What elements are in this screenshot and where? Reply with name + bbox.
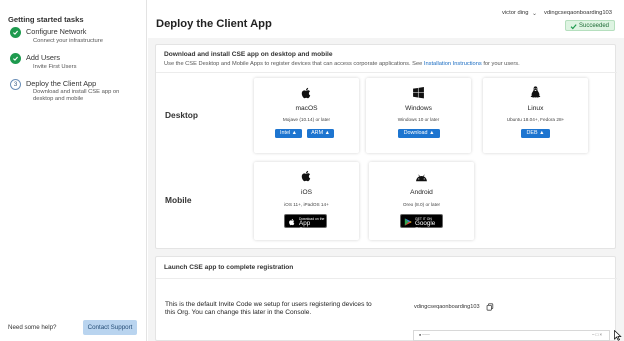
download-arm-button[interactable]: ARM ▲ bbox=[307, 129, 334, 138]
platform-name: iOS bbox=[301, 189, 312, 196]
step-description: Download and install CSE app on bbox=[33, 89, 120, 95]
step-title: Configure Network bbox=[26, 27, 87, 36]
download-icon: ▲ bbox=[429, 130, 435, 136]
step-description: desktop and mobile bbox=[33, 96, 84, 102]
platform-tile-windows: Windows Windows 10 or later Download ▲ bbox=[366, 78, 471, 153]
chevron-down-icon[interactable]: ⌄ bbox=[532, 10, 537, 17]
download-icon: ▲ bbox=[291, 130, 298, 136]
contact-support-button[interactable]: Contact Support bbox=[83, 320, 137, 335]
platform-tile-linux: Linux Ubuntu 18.04+, Fedora 28+ DEB ▲ bbox=[483, 78, 588, 153]
platform-tile-android: Android Oreo (8.0) or later GET IT ON Go… bbox=[369, 162, 474, 240]
platform-name: Android bbox=[410, 189, 433, 196]
window-strip-title: ■ ─── bbox=[419, 333, 430, 337]
background-window-strip[interactable]: ■ ─── – □ × bbox=[413, 330, 610, 341]
tenant-name[interactable]: vdingcseqaonboarding103 bbox=[544, 10, 612, 16]
windows-icon bbox=[413, 87, 424, 99]
android-icon bbox=[416, 174, 427, 182]
copy-icon[interactable] bbox=[486, 303, 494, 311]
platform-requirement: Mojave (10.14) or later bbox=[282, 117, 331, 122]
app-store-badge[interactable]: Download on the App Store bbox=[284, 214, 327, 234]
mobile-row-label: Mobile bbox=[165, 195, 192, 205]
store-badge-name: App Store bbox=[299, 220, 315, 234]
subtitle-text: Use the CSE Desktop and Mobile Apps to r… bbox=[164, 61, 424, 67]
platform-requirement: iOS 11+, iPadOS 14+ bbox=[284, 202, 329, 207]
sidebar-title: Getting started tasks bbox=[8, 15, 84, 24]
platform-name: Windows bbox=[405, 105, 432, 112]
step-description: Connect your infrastructure bbox=[33, 38, 103, 44]
status-badge-label: Succeeded bbox=[579, 22, 610, 29]
linux-icon bbox=[530, 86, 541, 98]
getting-started-sidebar: Getting started tasks Configure Network … bbox=[0, 0, 147, 341]
subtitle-text: for your users. bbox=[481, 61, 520, 67]
status-badge: Succeeded bbox=[565, 20, 615, 31]
download-card-subtitle: Use the CSE Desktop and Mobile Apps to r… bbox=[164, 61, 520, 67]
divider bbox=[156, 72, 617, 73]
apple-icon bbox=[289, 218, 295, 226]
main-content: Deploy the Client App victor ding ⌄ vdin… bbox=[148, 0, 624, 341]
download-card: Download and install CSE app on desktop … bbox=[155, 44, 617, 249]
mouse-cursor-icon bbox=[614, 330, 622, 341]
download-windows-button[interactable]: Download ▲ bbox=[398, 129, 440, 138]
step-title: Deploy the Client App bbox=[26, 79, 97, 88]
platform-requirement: Windows 10 or later bbox=[397, 117, 440, 122]
desktop-row-label: Desktop bbox=[165, 110, 199, 120]
page-title: Deploy the Client App bbox=[156, 18, 272, 30]
button-label: Download bbox=[403, 130, 428, 136]
launch-card: Launch CSE app to complete registration … bbox=[155, 256, 617, 341]
page-header: Deploy the Client App victor ding ⌄ vdin… bbox=[148, 0, 624, 38]
installation-instructions-link[interactable]: Installation Instructions bbox=[424, 61, 482, 67]
store-badge-name: Google Play bbox=[415, 220, 436, 234]
window-controls-icon[interactable]: – □ × bbox=[592, 332, 602, 337]
button-label: DEB bbox=[526, 130, 538, 136]
step-description: Invite First Users bbox=[33, 64, 77, 70]
check-circle-icon bbox=[10, 27, 21, 38]
launch-card-title: Launch CSE app to complete registration bbox=[164, 264, 294, 271]
download-icon: ▲ bbox=[539, 130, 545, 136]
invite-code-description: This is the default Invite Code we setup… bbox=[165, 301, 372, 316]
invite-code: vdingcseqaonboarding103 bbox=[414, 304, 480, 310]
platform-name: macOS bbox=[295, 105, 318, 112]
download-deb-button[interactable]: DEB ▲ bbox=[521, 129, 550, 138]
download-icon: ▲ bbox=[324, 130, 330, 136]
platform-tile-macos: macOS Mojave (10.14) or later Intel ▲ AR… bbox=[254, 78, 359, 153]
apple-icon bbox=[301, 170, 311, 182]
platform-tile-ios: iOS iOS 11+, iPadOS 14+ Download on the … bbox=[254, 162, 359, 240]
platform-requirement: Oreo (8.0) or later bbox=[402, 202, 441, 207]
platform-name: Linux bbox=[527, 105, 544, 112]
user-menu[interactable]: victor ding bbox=[502, 10, 528, 16]
check-icon bbox=[570, 23, 577, 29]
download-intel-button[interactable]: Intel ▲ bbox=[275, 129, 302, 138]
google-play-icon bbox=[404, 218, 412, 226]
divider bbox=[156, 278, 617, 279]
button-label: Intel bbox=[279, 130, 291, 136]
platform-requirement: Ubuntu 18.04+, Fedora 28+ bbox=[506, 117, 565, 122]
button-label: ARM bbox=[311, 130, 324, 136]
download-card-title: Download and install CSE app on desktop … bbox=[164, 51, 333, 58]
google-play-badge[interactable]: GET IT ON Google Play bbox=[400, 214, 443, 234]
apple-icon bbox=[301, 87, 311, 99]
step-title: Add Users bbox=[26, 53, 61, 62]
help-text: Need some help? bbox=[8, 324, 57, 331]
step-number-badge: 3 bbox=[10, 79, 21, 90]
check-circle-icon bbox=[10, 53, 21, 64]
